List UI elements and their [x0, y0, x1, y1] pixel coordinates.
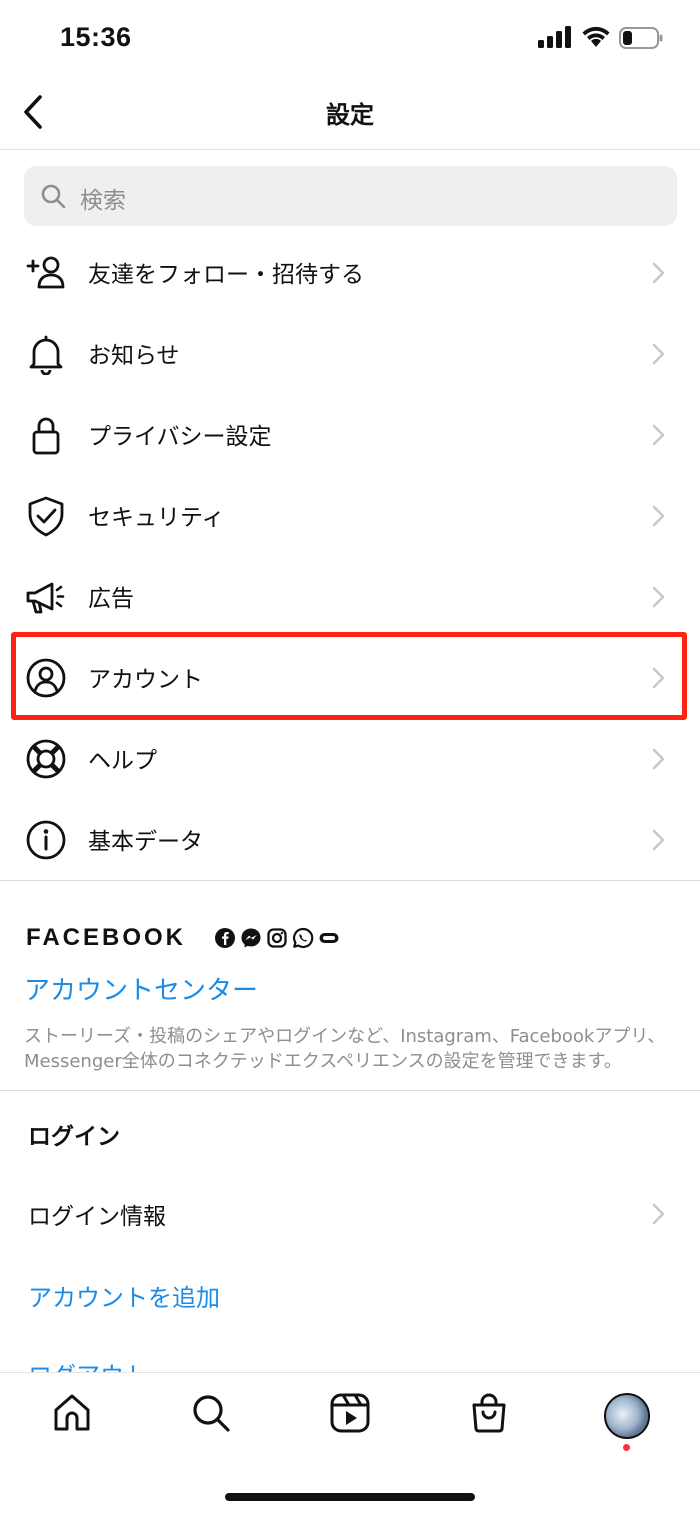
instagram-icon	[267, 928, 287, 948]
menu-item-label: アカウント	[88, 667, 203, 693]
menu-item-privacy[interactable]: プライバシー設定	[0, 394, 700, 475]
nav-header: 設定	[0, 75, 700, 150]
shopping-bag-icon	[472, 1393, 506, 1433]
chevron-right-icon	[652, 343, 665, 365]
menu-item-label: ヘルプ	[88, 748, 157, 774]
menu-item-label: 広告	[88, 586, 134, 612]
account-circle-icon	[26, 658, 66, 698]
search-icon	[193, 1395, 230, 1432]
lock-icon	[32, 417, 60, 455]
add-account-link[interactable]: アカウントを追加	[28, 1278, 220, 1313]
chevron-right-icon	[652, 829, 665, 851]
battery-icon	[619, 27, 663, 49]
home-indicator	[225, 1493, 475, 1501]
status-bar: 15:36	[0, 0, 700, 75]
tab-reels[interactable]	[328, 1391, 372, 1435]
lifebuoy-icon	[26, 739, 66, 779]
page-title: 設定	[326, 101, 374, 129]
bottom-tab-bar	[0, 1372, 700, 1514]
tab-profile-avatar[interactable]	[604, 1393, 650, 1439]
chevron-right-icon	[652, 586, 665, 608]
menu-item-about[interactable]: 基本データ	[0, 799, 700, 880]
chevron-right-icon	[652, 1203, 665, 1225]
add-person-icon	[26, 256, 65, 289]
portal-icon	[319, 933, 339, 943]
status-time: 15:36	[60, 22, 132, 52]
search-icon	[41, 184, 66, 209]
bell-icon	[29, 335, 63, 375]
menu-item-notifications[interactable]: お知らせ	[0, 313, 700, 394]
whatsapp-icon	[292, 927, 314, 949]
menu-item-label: 基本データ	[88, 829, 203, 855]
notification-dot	[623, 1444, 630, 1451]
menu-item-label: プライバシー設定	[88, 424, 272, 450]
chevron-right-icon	[652, 667, 665, 689]
menu-item-security[interactable]: セキュリティ	[0, 475, 700, 556]
menu-item-follow-invite[interactable]: 友達をフォロー・招待する	[0, 232, 700, 313]
login-info-label: ログイン情報	[28, 1204, 166, 1230]
messenger-icon	[241, 928, 261, 948]
login-info-row[interactable]: ログイン情報	[0, 1173, 700, 1254]
cellular-signal-icon	[538, 26, 571, 48]
section-divider	[0, 880, 700, 881]
info-icon	[26, 820, 66, 860]
menu-item-label: セキュリティ	[88, 505, 225, 531]
search-input[interactable]: 検索	[24, 166, 677, 226]
account-center-link[interactable]: アカウントセンター	[24, 970, 258, 1007]
shield-check-icon	[28, 496, 64, 537]
tab-search[interactable]	[189, 1391, 233, 1435]
facebook-wordmark: FACEBOOK	[26, 924, 187, 951]
megaphone-icon	[26, 582, 65, 614]
home-icon	[54, 1394, 90, 1431]
menu-item-ads[interactable]: 広告	[0, 556, 700, 637]
tab-shop[interactable]	[467, 1391, 511, 1435]
tab-home[interactable]	[50, 1391, 94, 1435]
wifi-icon	[582, 26, 610, 47]
chevron-right-icon	[652, 505, 665, 527]
chevron-right-icon	[652, 262, 665, 284]
chevron-right-icon	[652, 424, 665, 446]
menu-item-help[interactable]: ヘルプ	[0, 718, 700, 799]
menu-item-label: 友達をフォロー・招待する	[88, 262, 364, 288]
chevron-right-icon	[652, 748, 665, 770]
search-placeholder: 検索	[80, 188, 126, 214]
menu-item-label: お知らせ	[88, 343, 180, 369]
menu-item-account[interactable]: アカウント	[0, 637, 700, 718]
facebook-icon	[215, 928, 235, 948]
account-center-description: ストーリーズ・投稿のシェアやログインなど、Instagram、Facebookア…	[24, 1026, 666, 1072]
reels-icon	[330, 1393, 370, 1433]
section-divider	[0, 1090, 700, 1091]
meta-app-icons	[214, 927, 340, 949]
login-section-heading: ログイン	[28, 1124, 120, 1150]
